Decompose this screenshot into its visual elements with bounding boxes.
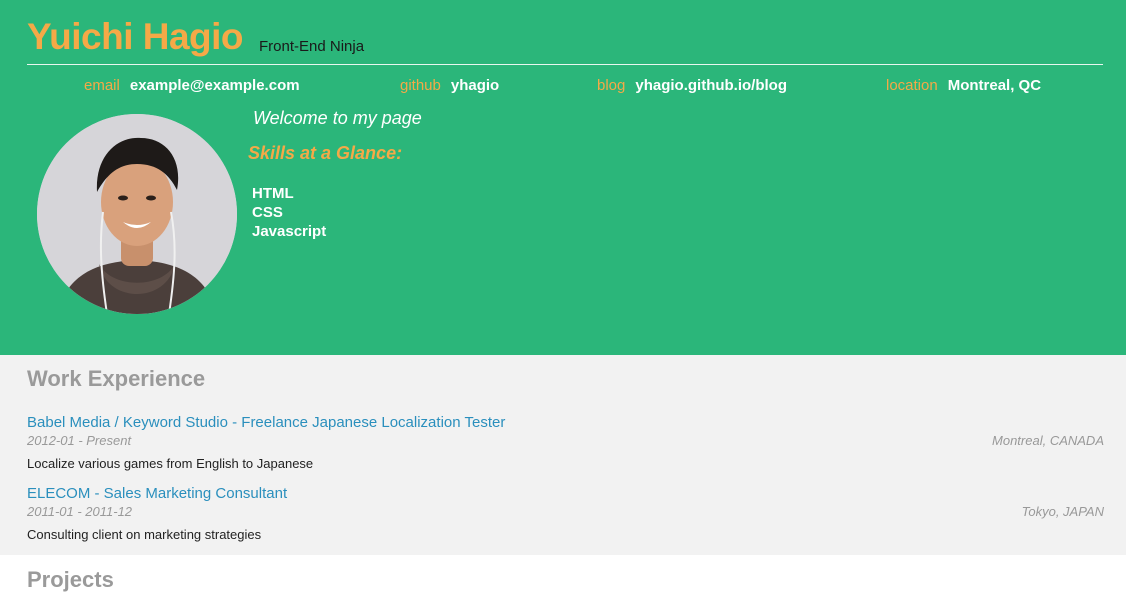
skill-item: CSS — [252, 204, 283, 221]
job-location: Montreal, CANADA — [992, 433, 1104, 448]
welcome-text: Welcome to my page — [253, 108, 422, 128]
avatar-portrait — [37, 114, 237, 314]
contact-blog: blog yhagio.github.io/blog — [597, 76, 787, 95]
work-experience-title: Work Experience — [27, 366, 206, 391]
job-location: Tokyo, JAPAN — [1021, 504, 1104, 519]
contact-github: github yhagio — [400, 76, 499, 95]
job-title[interactable]: ELECOM - Sales Marketing Consultant — [27, 484, 1104, 504]
skills-title: Skills at a Glance: — [248, 143, 403, 163]
job-meta: 2012-01 - Present Montreal, CANADA — [27, 433, 1104, 450]
contact-email-value[interactable]: example@example.com — [130, 77, 300, 94]
job-meta: 2011-01 - 2011-12 Tokyo, JAPAN — [27, 504, 1104, 521]
profile-header: Yuichi Hagio Front-End Ninja email exampl… — [0, 0, 1126, 355]
skill-item: HTML — [252, 185, 294, 202]
projects-section: Projects — [0, 555, 1126, 611]
job-description: Localize various games from English to J… — [27, 456, 314, 471]
contact-github-value[interactable]: yhagio — [451, 77, 499, 94]
contact-location-value: Montreal, QC — [947, 77, 1042, 94]
header-divider — [27, 64, 1103, 65]
skill-item: Javascript — [252, 223, 327, 240]
contact-github-label: github — [400, 77, 441, 94]
contact-blog-label: blog — [597, 77, 626, 94]
job-dates: 2012-01 - Present — [27, 433, 132, 448]
contact-location-label: location — [886, 77, 938, 94]
profile-subtitle: Front-End Ninja — [259, 38, 365, 55]
projects-title: Projects — [27, 567, 114, 592]
job-title[interactable]: Babel Media / Keyword Studio - Freelance… — [27, 413, 1104, 433]
profile-avatar — [37, 114, 237, 314]
contact-location: location Montreal, QC — [886, 76, 1041, 95]
contact-email: email example@example.com — [84, 76, 300, 95]
job-entry: Babel Media / Keyword Studio - Freelance… — [27, 413, 1104, 471]
contact-blog-value[interactable]: yhagio.github.io/blog — [635, 77, 787, 94]
job-dates: 2011-01 - 2011-12 — [27, 504, 133, 519]
job-entry: ELECOM - Sales Marketing Consultant 2011… — [27, 484, 1104, 542]
contact-email-label: email — [84, 77, 120, 94]
work-experience-section: Work Experience Babel Media / Keyword St… — [0, 355, 1126, 555]
skills-list: HTML CSS Javascript — [252, 184, 326, 241]
profile-name: Yuichi Hagio — [27, 16, 244, 57]
job-description: Consulting client on marketing strategie… — [27, 527, 262, 542]
